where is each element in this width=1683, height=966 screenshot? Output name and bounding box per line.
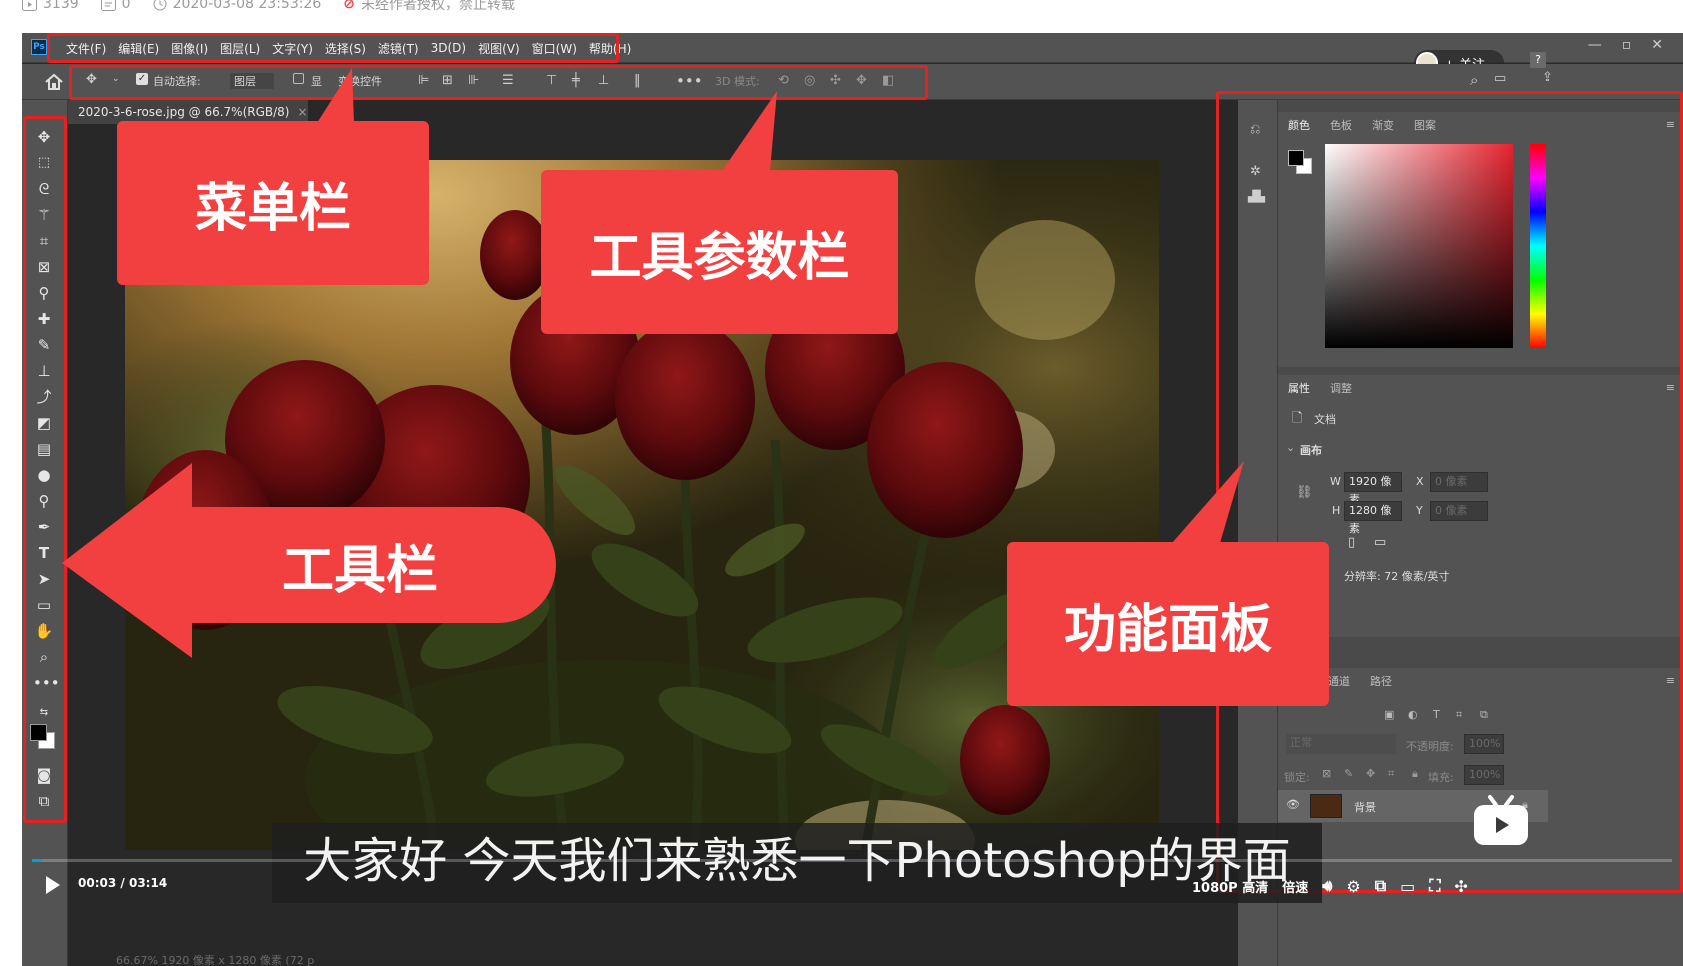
widescreen-icon[interactable]: ▭ <box>1400 877 1415 896</box>
window-controls: — ▫ ✕ <box>1588 37 1663 53</box>
workspace-icon[interactable]: ▭ <box>1494 71 1506 86</box>
play-icon[interactable] <box>40 873 64 897</box>
close-icon[interactable]: ✕ <box>1651 37 1663 53</box>
panels-callout: 功能面板 <box>1007 542 1329 706</box>
progress-bar[interactable] <box>32 859 1672 862</box>
document-tab-title: 2020-3-6-rose.jpg @ 66.7%(RGB/8) <box>78 105 290 119</box>
volume-icon[interactable]: 🔊︎ <box>1322 876 1332 896</box>
quality-button[interactable]: 1080P 高清 <box>1192 877 1268 896</box>
share-icon[interactable]: ⇪ <box>1542 70 1553 85</box>
time-display: 00:03 / 03:14 <box>78 876 167 890</box>
bilibili-tv-icon[interactable] <box>1472 791 1530 847</box>
options-bar-highlight <box>69 65 928 100</box>
menu-bar-callout: 菜单栏 <box>117 121 429 285</box>
foreground-color-swatch[interactable] <box>30 724 47 741</box>
home-icon[interactable] <box>42 70 66 94</box>
speed-button[interactable]: 倍速 <box>1282 877 1308 896</box>
toolbar-highlight <box>23 116 67 823</box>
search-icon[interactable]: ⌕ <box>1470 71 1478 89</box>
subtitle-text: 大家好 今天我们来熟悉一下Photoshop的界面 <box>272 823 1322 903</box>
page: 3139 0 2020-03-08 23:53:26 ⊘ 未经作者授权，禁止转载… <box>0 0 1683 966</box>
minimize-icon[interactable]: — <box>1588 37 1602 53</box>
no-reprint-icon: ⊘ <box>343 0 355 12</box>
progress-fill <box>32 859 42 862</box>
publish-date: 2020-03-08 23:53:26 <box>172 0 322 12</box>
pip-icon[interactable]: ⧉ <box>1375 876 1386 896</box>
panels-highlight <box>1216 91 1683 893</box>
clock-icon <box>153 0 167 11</box>
toolbar-callout: 工具栏 <box>164 507 556 623</box>
help-icon[interactable]: ? <box>1530 52 1546 68</box>
player-controls-right: 1080P 高清 倍速 🔊︎ ⚙ ⧉ ▭ ⛶ ✣ <box>1192 876 1468 896</box>
comment-icon <box>100 0 116 11</box>
fg-color-swatch[interactable] <box>1288 150 1304 166</box>
comments-stat: 0 <box>100 0 131 12</box>
webfullscreen-icon[interactable]: ⛶ <box>1429 876 1440 896</box>
time-separator: / <box>120 876 125 890</box>
copyright-text: 未经作者授权，禁止转载 <box>361 0 515 13</box>
views-stat: 3139 <box>22 0 79 12</box>
time-current: 00:03 <box>78 876 117 890</box>
fullscreen-icon[interactable]: ✣ <box>1454 877 1467 896</box>
time-total: 03:14 <box>128 876 168 890</box>
menu-bar-highlight <box>47 33 619 63</box>
maximize-icon[interactable]: ▫ <box>1622 37 1632 53</box>
date-stat: 2020-03-08 23:53:26 <box>153 0 322 12</box>
comments-count: 0 <box>121 0 131 12</box>
copyright-notice: ⊘ 未经作者授权，禁止转载 <box>343 0 515 14</box>
play-count-icon <box>22 0 37 11</box>
views-count: 3139 <box>43 0 79 12</box>
options-bar-callout: 工具参数栏 <box>541 170 898 334</box>
video-meta: 3139 0 2020-03-08 23:53:26 ⊘ 未经作者授权，禁止转载 <box>22 0 515 14</box>
status-bar-text: 66.67% 1920 像素 x 1280 像素 (72 p <box>116 954 315 966</box>
video-player[interactable]: Ps 文件(F) 编辑(E) 图像(I) 图层(L) 文字(Y) 选择(S) 滤… <box>22 33 1683 966</box>
ps-logo: Ps <box>31 39 47 55</box>
close-tab-icon[interactable]: × <box>298 105 308 119</box>
settings-gear-icon[interactable]: ⚙ <box>1346 877 1360 896</box>
